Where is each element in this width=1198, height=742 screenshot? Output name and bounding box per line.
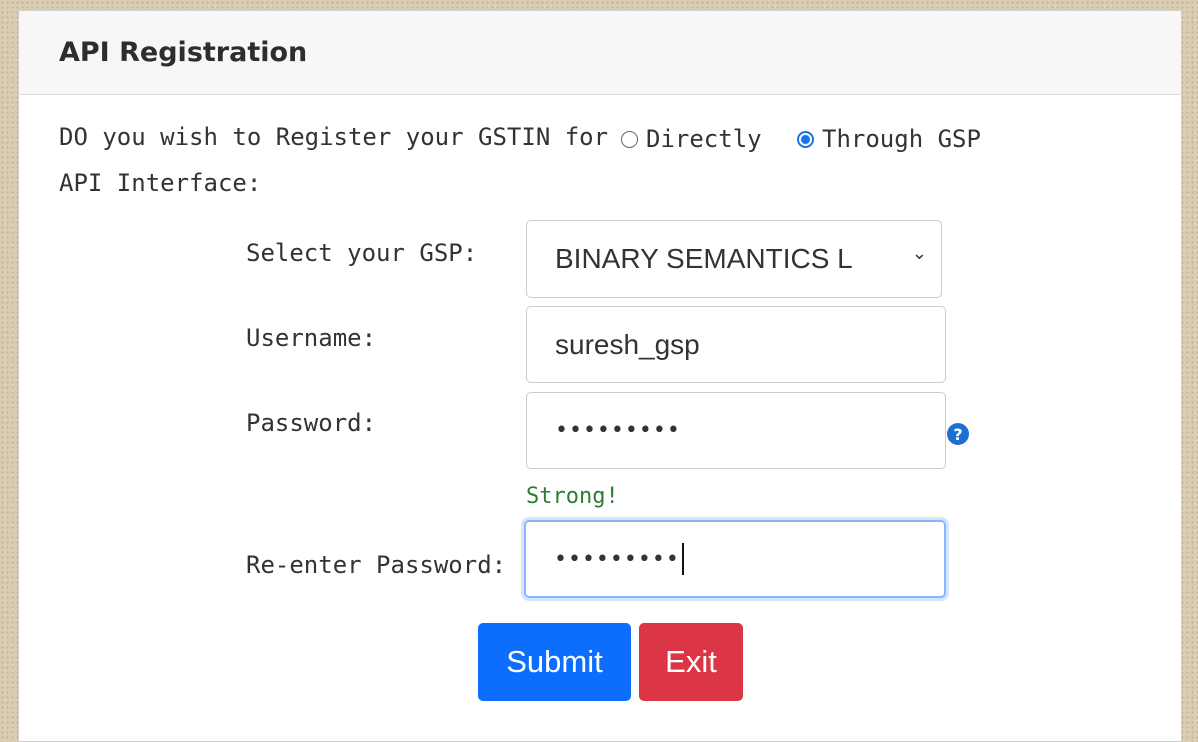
radio-directly-label: Directly: [646, 125, 762, 153]
password-label: Password:: [246, 409, 377, 437]
exit-button[interactable]: Exit: [639, 623, 743, 701]
radio-directly[interactable]: Directly: [621, 125, 762, 153]
password-value: •••••••••: [555, 418, 681, 443]
text-caret: [681, 543, 684, 575]
question-line-1: DO you wish to Register your GSTIN for: [59, 123, 609, 151]
question-circle-icon[interactable]: ?: [947, 423, 969, 445]
reenter-password-input[interactable]: •••••••••: [524, 520, 946, 598]
gsp-selected-value: BINARY SEMANTICS L: [555, 243, 853, 274]
question-line-2: API Interface:: [59, 169, 262, 197]
api-registration-panel: API Registration DO you wish to Register…: [18, 10, 1182, 742]
radio-through-gsp-label: Through GSP: [822, 125, 981, 153]
chevron-down-icon: ⌄: [911, 243, 927, 264]
password-strength: Strong!: [526, 484, 619, 509]
panel-header: API Registration: [19, 11, 1181, 95]
username-label: Username:: [246, 324, 377, 352]
reenter-value: •••••••••: [554, 546, 680, 572]
gsp-label: Select your GSP:: [246, 239, 478, 267]
username-input[interactable]: suresh_gsp: [526, 306, 946, 383]
reenter-label: Re-enter Password:: [246, 551, 507, 579]
radio-through-gsp-circle[interactable]: [797, 130, 814, 148]
page-title: API Registration: [59, 37, 308, 68]
radio-through-gsp[interactable]: Through GSP: [797, 125, 981, 153]
submit-button[interactable]: Submit: [478, 623, 631, 701]
radio-directly-circle[interactable]: [621, 130, 638, 148]
username-value: suresh_gsp: [555, 328, 700, 360]
gsp-select[interactable]: BINARY SEMANTICS L ⌄: [526, 220, 942, 298]
password-input[interactable]: •••••••••: [526, 392, 946, 469]
